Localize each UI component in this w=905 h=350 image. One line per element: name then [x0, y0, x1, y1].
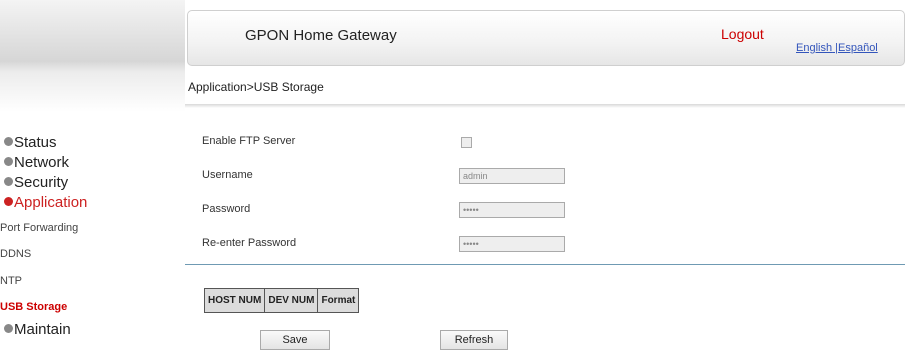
divider: [185, 264, 905, 265]
bullet-icon: [4, 177, 13, 186]
reenter-password-field[interactable]: •••••: [459, 236, 565, 252]
sidebar-item-application[interactable]: Application: [4, 194, 87, 211]
table-header-row: HOST NUM DEV NUM Format: [203, 288, 360, 313]
reenter-password-label: Re-enter Password: [202, 237, 297, 249]
username-label: Username: [202, 169, 253, 181]
header-bar: GPON Home Gateway Logout English |Españo…: [187, 10, 905, 66]
language-switcher: English |Español: [796, 42, 878, 54]
sidebar-item-label: Application: [14, 194, 88, 211]
sidebar-item-maintain[interactable]: Maintain: [4, 321, 71, 338]
sidebar-item-label: Maintain: [14, 321, 71, 338]
column-header-dev-num: DEV NUM: [264, 288, 319, 313]
username-field[interactable]: admin: [459, 168, 565, 184]
save-button[interactable]: Save: [260, 330, 330, 350]
refresh-button[interactable]: Refresh: [440, 330, 508, 350]
password-label: Password: [202, 203, 251, 215]
column-header-format: Format: [317, 288, 360, 313]
sidebar-subitem-ddns[interactable]: DDNS: [0, 248, 31, 260]
column-header-host-num: HOST NUM: [203, 288, 266, 313]
sidebar-item-label: Security: [14, 174, 69, 191]
bullet-icon: [4, 157, 13, 166]
espanol-link[interactable]: Español: [838, 42, 878, 54]
usb-device-table: HOST NUM DEV NUM Format: [203, 288, 360, 313]
sidebar-item-status[interactable]: Status: [4, 134, 57, 151]
enable-ftp-label: Enable FTP Server: [202, 135, 296, 147]
left-banner: [0, 0, 185, 72]
password-field[interactable]: •••••: [459, 202, 565, 218]
sidebar-subitem-port-forwarding[interactable]: Port Forwarding: [0, 222, 78, 234]
gateway-title: GPON Home Gateway: [245, 27, 397, 44]
bullet-icon: [4, 324, 13, 333]
sidebar-subitem-usb-storage[interactable]: USB Storage: [0, 301, 67, 313]
bullet-icon: [4, 197, 13, 206]
english-link[interactable]: English: [796, 42, 832, 54]
sidebar-item-network[interactable]: Network: [4, 154, 69, 171]
enable-ftp-checkbox[interactable]: [461, 137, 472, 148]
sidebar-item-label: Network: [14, 154, 70, 171]
logout-link[interactable]: Logout: [721, 26, 764, 42]
divider: [185, 104, 905, 108]
breadcrumb: Application>USB Storage: [188, 80, 324, 94]
sidebar: Status Network Security Application Port…: [0, 72, 185, 350]
sidebar-subitem-ntp[interactable]: NTP: [0, 275, 22, 287]
sidebar-item-label: Status: [14, 134, 57, 151]
sidebar-item-security[interactable]: Security: [4, 174, 68, 191]
bullet-icon: [4, 137, 13, 146]
